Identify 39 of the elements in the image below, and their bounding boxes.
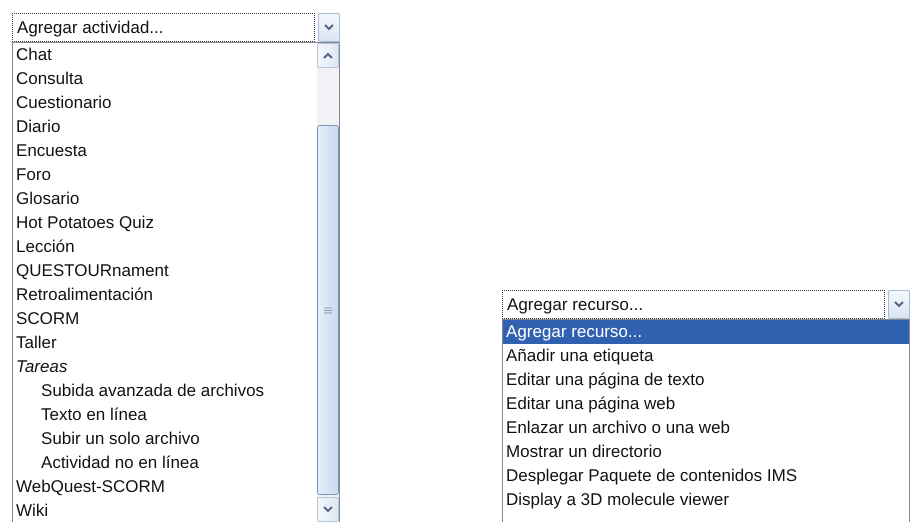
dropdown-option[interactable]: Display a 3D molecule viewer bbox=[503, 488, 909, 512]
dropdown-option[interactable]: Encuesta bbox=[13, 139, 317, 163]
dropdown-option[interactable]: Chat bbox=[13, 43, 317, 67]
scrollbar[interactable] bbox=[317, 43, 339, 522]
chevron-down-icon bbox=[324, 24, 334, 31]
dropdown-option[interactable]: QUESTOURnament bbox=[13, 259, 317, 283]
chevron-down-icon bbox=[894, 301, 904, 308]
dropdown-option[interactable]: Desplegar Paquete de contenidos IMS bbox=[503, 464, 909, 488]
dropdown-option[interactable]: Taller bbox=[13, 331, 317, 355]
dropdown-option[interactable]: Cuestionario bbox=[13, 91, 317, 115]
dropdown-option[interactable]: SCORM bbox=[13, 307, 317, 331]
scroll-down-button[interactable] bbox=[317, 497, 339, 522]
dropdown-option[interactable]: Consulta bbox=[13, 67, 317, 91]
dropdown-option[interactable]: Subida avanzada de archivos bbox=[13, 379, 317, 403]
dropdown-button[interactable] bbox=[888, 290, 910, 319]
grip-icon bbox=[324, 306, 332, 314]
scroll-thumb[interactable] bbox=[317, 125, 339, 495]
dropdown-option[interactable]: Agregar recurso... bbox=[503, 320, 909, 344]
dropdown-option[interactable]: Retroalimentación bbox=[13, 283, 317, 307]
dropdown-option[interactable]: Glosario bbox=[13, 187, 317, 211]
dropdown-option[interactable]: Hot Potatoes Quiz bbox=[13, 211, 317, 235]
dropdown-option[interactable]: Actividad no en línea bbox=[13, 451, 317, 475]
dropdown-option[interactable]: Texto en línea bbox=[13, 403, 317, 427]
scroll-up-button[interactable] bbox=[317, 43, 339, 68]
dropdown-option[interactable]: Añadir una etiqueta bbox=[503, 344, 909, 368]
chevron-down-icon bbox=[323, 506, 333, 513]
dropdown-option[interactable]: Diario bbox=[13, 115, 317, 139]
dropdown-option[interactable]: Wiki bbox=[13, 499, 317, 522]
dropdown-option[interactable]: Editar una página de texto bbox=[503, 368, 909, 392]
option-group-label: Tareas bbox=[15, 356, 68, 378]
dropdown-option[interactable]: Mostrar un directorio bbox=[503, 440, 909, 464]
dropdown-option[interactable]: Enlazar un archivo o una web bbox=[503, 416, 909, 440]
dropdown-option[interactable]: WebQuest-SCORM bbox=[13, 475, 317, 499]
dropdown-option[interactable]: Foro bbox=[13, 163, 317, 187]
chevron-up-icon bbox=[323, 52, 333, 59]
dropdown-option[interactable]: Subir un solo archivo bbox=[13, 427, 317, 451]
dropdown-option[interactable]: Editar una página web bbox=[503, 392, 909, 416]
dropdown-button[interactable] bbox=[318, 13, 340, 42]
dropdown-option[interactable]: Lección bbox=[13, 235, 317, 259]
